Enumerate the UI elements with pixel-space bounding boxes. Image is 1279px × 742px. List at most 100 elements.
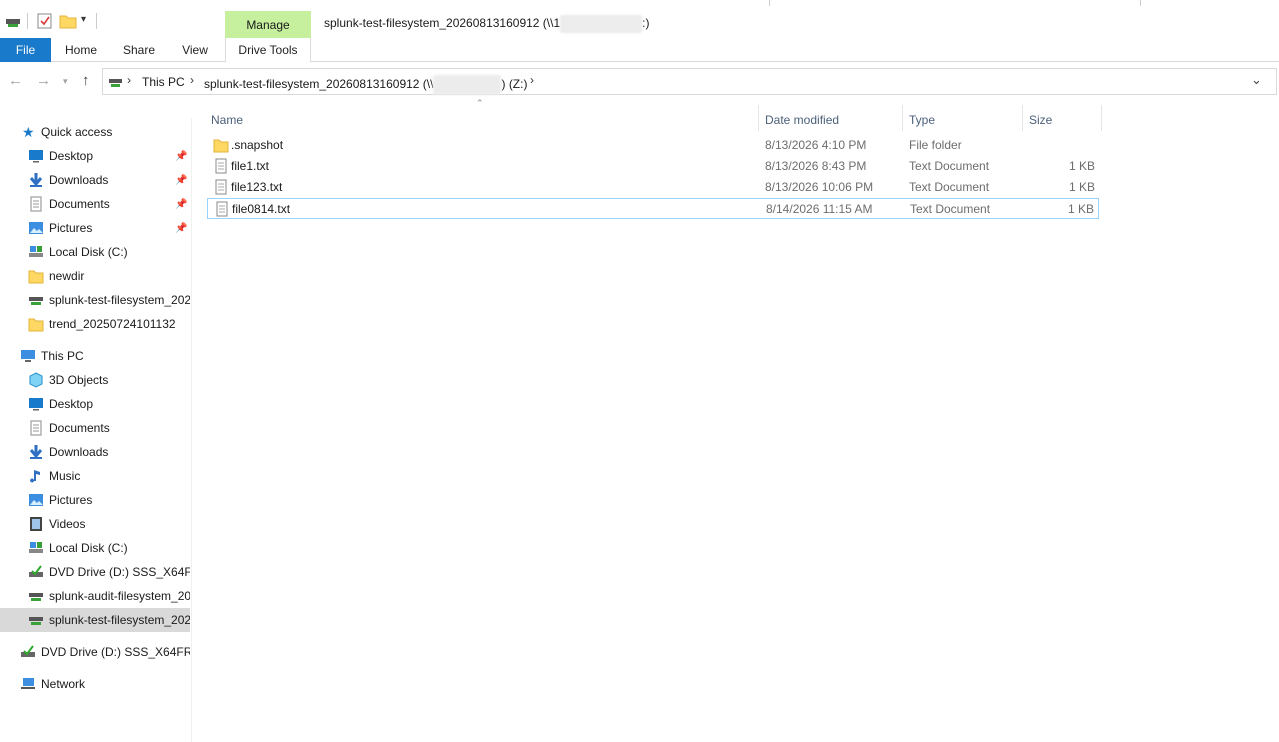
sidebar-item-label: Local Disk (C:): [49, 245, 128, 259]
dvd-drive-icon: [29, 565, 43, 577]
sidebar-item-label: trend_20250724101132: [49, 317, 176, 331]
pin-icon[interactable]: 📌: [175, 199, 187, 210]
chevron-down-icon[interactable]: ⌄: [1251, 72, 1262, 88]
breadcrumb-this-pc[interactable]: This PC: [142, 75, 185, 89]
file-name: file0814.txt: [232, 202, 291, 216]
file-date-modified: 8/13/2026 10:06 PM: [765, 180, 874, 194]
chevron-right-icon[interactable]: ›: [190, 73, 194, 87]
sidebar-item-label: Downloads: [49, 445, 109, 459]
file-row[interactable]: file0814.txt 8/14/2026 11:15 AM Text Docum…: [207, 198, 1099, 219]
tab-home[interactable]: Home: [57, 38, 105, 62]
sidebar-item-documents[interactable]: Documents 📌: [0, 192, 190, 216]
column-divider[interactable]: [758, 105, 759, 131]
chevron-right-icon[interactable]: ›: [127, 73, 131, 87]
sidebar-network[interactable]: Network: [0, 672, 190, 696]
ribbon-tabs: File Home Share View Drive Tools: [0, 38, 1279, 62]
file-size: 1 KB: [1068, 159, 1095, 173]
sidebar-this-pc[interactable]: This PC: [0, 344, 190, 368]
navigation-pane: ★ Quick access Desktop 📌 Downloads 📌 Documen…: [0, 118, 192, 742]
sidebar-item-music[interactable]: Music: [0, 464, 190, 488]
column-header-size[interactable]: Size: [1029, 107, 1052, 133]
sidebar-item-label: Music: [49, 469, 81, 483]
sidebar-item-splunk-audit-filesystem-20[interactable]: splunk-audit-filesystem_20: [0, 584, 190, 608]
back-arrow-icon[interactable]: ←: [8, 72, 23, 89]
column-divider[interactable]: [1022, 105, 1023, 131]
file-row[interactable]: file1.txt 8/13/2026 8:43 PM Text Document 1…: [207, 156, 1099, 177]
sidebar-item-label: DVD Drive (D:) SSS_X64FREI: [49, 565, 190, 579]
forward-arrow-icon[interactable]: →: [36, 72, 51, 89]
sidebar-item-label: Local Disk (C:): [49, 541, 128, 555]
sidebar-dvd-drive-root[interactable]: DVD Drive (D:) SSS_X64FREE_: [0, 640, 190, 664]
column-divider[interactable]: [1101, 105, 1102, 131]
folder-icon: [28, 318, 44, 332]
column-header-type[interactable]: Type: [909, 107, 935, 133]
file-row[interactable]: .snapshot 8/13/2026 4:10 PM File folder: [207, 135, 1099, 156]
sidebar-item-local-disk-c[interactable]: Local Disk (C:): [0, 536, 190, 560]
file-type: Text Document: [909, 180, 990, 194]
sidebar-item-label: Network: [41, 677, 86, 691]
divider: [1140, 0, 1141, 6]
file-size: 1 KB: [1068, 180, 1095, 194]
downloads-icon: [29, 173, 43, 187]
window-title-suffix: :): [642, 16, 650, 31]
manage-tab[interactable]: Manage: [225, 11, 311, 38]
sidebar-item-trend-20250724101132[interactable]: trend_20250724101132: [0, 312, 190, 336]
file-size: 1 KB: [1067, 202, 1094, 216]
documents-icon: [30, 196, 42, 212]
tab-share[interactable]: Share: [114, 38, 164, 62]
sidebar-item-label: Desktop: [49, 149, 94, 163]
folder-icon: [213, 139, 229, 153]
drive-icon[interactable]: [5, 12, 23, 30]
documents-icon: [30, 420, 42, 436]
sort-up-icon: ⌃: [476, 98, 484, 108]
sidebar-item-desktop[interactable]: Desktop 📌: [0, 144, 190, 168]
column-divider[interactable]: [902, 105, 903, 131]
sidebar-item-label: splunk-test-filesystem_202: [49, 293, 190, 307]
desktop-icon: [29, 398, 43, 411]
tab-file[interactable]: File: [0, 38, 51, 62]
recent-locations-icon[interactable]: ▾: [63, 76, 68, 87]
column-header-name[interactable]: Name: [211, 107, 243, 133]
title-bar: ▾ Manage splunk-test-filesystem_20260813…: [0, 0, 1279, 38]
pictures-icon: [29, 494, 43, 506]
breadcrumb-share[interactable]: splunk-test-filesystem_20260813160912 (\…: [204, 75, 527, 95]
properties-icon[interactable]: [36, 12, 54, 30]
sidebar-item-desktop[interactable]: Desktop: [0, 392, 190, 416]
pin-icon[interactable]: 📌: [175, 175, 187, 186]
window-title-prefix: splunk-test-filesystem_20260813160912 (\…: [324, 16, 561, 31]
sidebar-item-newdir[interactable]: newdir: [0, 264, 190, 288]
pictures-icon: [29, 222, 43, 234]
tab-drive-tools[interactable]: Drive Tools: [225, 38, 311, 62]
sidebar-item-local-disk-c[interactable]: Local Disk (C:): [0, 240, 190, 264]
file-type: File folder: [909, 138, 962, 152]
sidebar-item-label: This PC: [41, 349, 84, 363]
pin-icon[interactable]: 📌: [175, 151, 187, 162]
sidebar-item-label: Documents: [49, 421, 110, 435]
sidebar-item-splunk-test-filesystem-202[interactable]: splunk-test-filesystem_202: [0, 288, 190, 312]
file-row[interactable]: file123.txt 8/13/2026 10:06 PM Text Docume…: [207, 177, 1099, 198]
divider: [96, 13, 97, 29]
computer-icon: [21, 350, 35, 362]
column-header-date[interactable]: Date modified: [765, 107, 839, 133]
up-arrow-icon[interactable]: ↑: [82, 72, 90, 89]
text-file-icon: [216, 201, 228, 217]
sidebar-item-downloads[interactable]: Downloads: [0, 440, 190, 464]
sidebar-item-documents[interactable]: Documents: [0, 416, 190, 440]
address-bar[interactable]: › This PC › splunk-test-filesystem_20260…: [102, 68, 1277, 95]
chevron-right-icon[interactable]: ›: [530, 73, 534, 87]
sidebar-quick-access[interactable]: ★ Quick access: [0, 120, 190, 144]
sidebar-item-pictures[interactable]: Pictures 📌: [0, 216, 190, 240]
file-name: file123.txt: [231, 180, 283, 194]
pin-icon[interactable]: 📌: [175, 223, 187, 234]
sidebar-item-videos[interactable]: Videos: [0, 512, 190, 536]
file-name: .snapshot: [231, 138, 284, 152]
file-name: file1.txt: [231, 159, 270, 173]
customize-toolbar-icon[interactable]: ▾: [81, 14, 86, 25]
sidebar-item-downloads[interactable]: Downloads 📌: [0, 168, 190, 192]
new-folder-icon[interactable]: [59, 12, 77, 30]
sidebar-item-pictures[interactable]: Pictures: [0, 488, 190, 512]
tab-view[interactable]: View: [172, 38, 218, 62]
sidebar-item-dvd-drive-d-sss-x64frei[interactable]: DVD Drive (D:) SSS_X64FREI: [0, 560, 190, 584]
sidebar-item-splunk-test-filesystem-202[interactable]: splunk-test-filesystem_202: [0, 608, 190, 632]
sidebar-item-3d-objects[interactable]: 3D Objects: [0, 368, 190, 392]
